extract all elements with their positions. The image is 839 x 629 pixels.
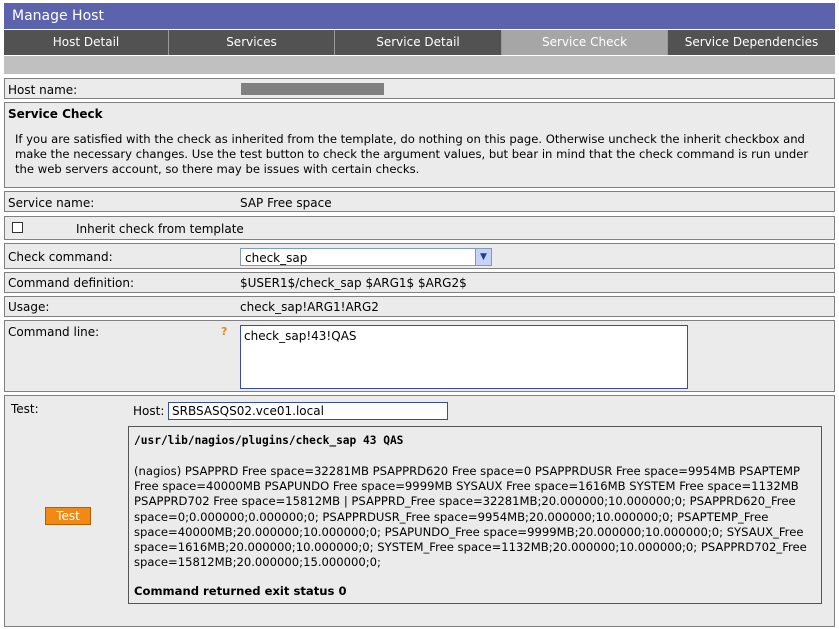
check-command-select[interactable]: check_sap ▼ <box>240 248 492 266</box>
service-check-section: Service Check If you are satisfied with … <box>4 102 835 188</box>
test-output-text: (nagios) PSAPPRD Free space=32281MB PSAP… <box>134 464 807 570</box>
test-button[interactable]: Test <box>45 507 91 525</box>
command-line-input[interactable]: check_sap!43!QAS <box>240 325 688 389</box>
tab-service-detail[interactable]: Service Detail <box>335 30 502 55</box>
test-section: Test: Host: SRBSASQS02.vce01.local Test … <box>4 395 835 627</box>
service-name-value: SAP Free space <box>240 196 332 210</box>
check-command-label: Check command: <box>8 250 113 264</box>
check-command-selected: check_sap <box>245 251 308 265</box>
help-icon[interactable]: ? <box>221 325 227 338</box>
tab-services[interactable]: Services <box>169 30 335 55</box>
inherit-checkbox[interactable] <box>12 222 23 233</box>
tab-service-check[interactable]: Service Check <box>502 30 668 55</box>
check-command-row: Check command: check_sap ▼ <box>4 243 835 269</box>
test-host-label: Host: <box>133 404 165 418</box>
command-definition-row: Command definition: $USER1$/check_sap $A… <box>4 272 835 293</box>
usage-value: check_sap!ARG1!ARG2 <box>240 300 379 314</box>
usage-label: Usage: <box>8 300 50 314</box>
inherit-row: Inherit check from template <box>4 216 835 240</box>
host-name-label: Host name: <box>8 83 78 97</box>
command-line-label: Command line: <box>8 325 100 339</box>
tab-service-dependencies[interactable]: Service Dependencies <box>668 30 835 55</box>
host-name-row: Host name: <box>4 78 835 99</box>
command-definition-value: $USER1$/check_sap $ARG1$ $ARG2$ <box>240 276 467 290</box>
service-name-label: Service name: <box>8 196 95 210</box>
tab-host-detail[interactable]: Host Detail <box>4 30 169 55</box>
command-line-row: Command line: ? check_sap!43!QAS <box>4 320 835 392</box>
tab-bar: Host Detail Services Service Detail Serv… <box>4 30 835 55</box>
command-definition-label: Command definition: <box>8 276 135 290</box>
tab-content-band <box>4 56 835 74</box>
redacted-host-name <box>241 83 384 95</box>
test-output-box: /usr/lib/nagios/plugins/check_sap 43 QAS… <box>128 426 822 604</box>
test-host-input[interactable]: SRBSASQS02.vce01.local <box>168 402 448 420</box>
window-title: Manage Host <box>4 3 835 29</box>
test-label: Test: <box>11 402 39 416</box>
test-output-status: Command returned exit status 0 <box>134 584 347 599</box>
service-name-row: Service name: SAP Free space <box>4 191 835 212</box>
inherit-label: Inherit check from template <box>76 222 244 236</box>
section-title: Service Check <box>8 107 103 121</box>
chevron-down-icon[interactable]: ▼ <box>475 249 491 265</box>
test-output-command: /usr/lib/nagios/plugins/check_sap 43 QAS <box>134 434 404 447</box>
section-description: If you are satisfied with the check as i… <box>15 132 809 176</box>
usage-row: Usage: check_sap!ARG1!ARG2 <box>4 296 835 317</box>
